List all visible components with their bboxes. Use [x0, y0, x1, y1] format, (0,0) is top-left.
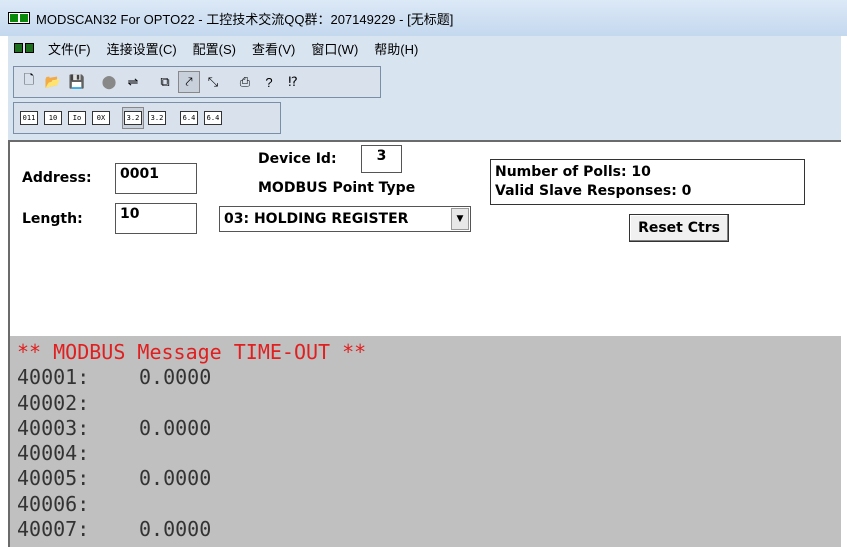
menu-bar: 文件(F) 连接设置(C) 配置(S) 查看(V) 窗口(W) 帮助(H) [8, 36, 841, 60]
decimal-format-icon[interactable]: 10 [42, 107, 64, 129]
register-value: 0.0000 [139, 466, 212, 491]
float-swapped-format-label: 3.2 [148, 111, 166, 125]
integer-format-icon[interactable]: Io [66, 107, 88, 129]
point-type-label: MODBUS Point Type [258, 180, 416, 196]
register-value: 0.0000 [139, 365, 212, 390]
save-icon[interactable]: 💾 [66, 71, 88, 93]
register-address: 40003: [17, 415, 90, 440]
address-label: Address: [22, 170, 92, 186]
chevron-down-icon[interactable]: ▼ [451, 208, 469, 230]
context-help-icon[interactable]: ⁉ [282, 71, 304, 93]
new-file-icon[interactable]: 🗋 [18, 71, 40, 93]
menu-setup[interactable]: 配置(S) [185, 39, 244, 58]
timeout-error-message: ** MODBUS Message TIME-OUT ** [17, 340, 367, 364]
connect-icon[interactable]: ⬤ [98, 71, 120, 93]
double-format-label: 6.4 [180, 111, 198, 125]
display-zoom-icon[interactable]: ⤡ [202, 71, 224, 93]
valid-responses: Valid Slave Responses: 0 [495, 183, 692, 199]
device-id-field[interactable]: 3 [361, 145, 402, 173]
register-address: 40006: [17, 491, 90, 516]
register-value: 0.0000 [139, 415, 212, 440]
float-format-label: 3.2 [124, 111, 142, 125]
binary-format-label: 011 [20, 111, 38, 125]
polls-count: Number of Polls: 10 [495, 164, 651, 180]
register-row: 40007: 0.0000 [17, 517, 841, 542]
menu-view[interactable]: 查看(V) [244, 39, 303, 58]
menu-window[interactable]: 窗口(W) [303, 39, 366, 58]
menu-file[interactable]: 文件(F) [40, 39, 99, 58]
register-row: 40002: [17, 391, 841, 416]
register-row: 40001: 0.0000 [17, 365, 841, 390]
float-swapped-format-icon[interactable]: 3.2 [146, 107, 168, 129]
double-format-icon[interactable]: 6.4 [178, 107, 200, 129]
hex-format-label: 0X [92, 111, 110, 125]
register-row: 40004: [17, 441, 841, 466]
decimal-format-label: 10 [44, 111, 62, 125]
format-toolbar: 011 10 Io 0X 3.2 3.2 6.4 6.4 [13, 102, 281, 134]
open-folder-icon[interactable]: 📂 [42, 71, 64, 93]
binary-format-icon[interactable]: 011 [18, 107, 40, 129]
device-id-label: Device Id: [258, 151, 337, 167]
double-swapped-format-icon[interactable]: 6.4 [202, 107, 224, 129]
register-address: 40004: [17, 441, 90, 466]
register-row: 40003: 0.0000 [17, 416, 841, 441]
double-swapped-format-label: 6.4 [204, 111, 222, 125]
poll-stats-box: Number of Polls: 10 Valid Slave Response… [490, 159, 805, 205]
print-icon[interactable]: ⎙ [234, 71, 256, 93]
title-bar: MODSCAN32 For OPTO22 - 工控技术交流QQ群：2071492… [0, 0, 847, 36]
register-data-area: ** MODBUS Message TIME-OUT ** 40001: 0.00… [8, 336, 841, 547]
disconnect-icon[interactable]: ⇌ [122, 71, 144, 93]
register-row: 40006: [17, 492, 841, 517]
register-address: 40005: [17, 466, 90, 491]
help-icon[interactable]: ? [258, 71, 280, 93]
register-address: 40001: [17, 365, 90, 390]
integer-format-label: Io [68, 111, 86, 125]
length-label: Length: [22, 211, 83, 227]
register-value: 0.0000 [139, 517, 212, 542]
document-menu-icon[interactable] [14, 43, 34, 53]
display-graph-icon[interactable]: ⤤ [178, 71, 200, 93]
length-field[interactable]: 10 [115, 203, 197, 234]
point-type-value: 03: HOLDING REGISTER [224, 211, 409, 227]
point-type-select[interactable]: 03: HOLDING REGISTER ▼ [219, 206, 471, 232]
toolbar-area: 🗋 📂 💾 ⬤ ⇌ ⧉ ⤤ ⤡ ⎙ ? ⁉ 011 10 Io 0X 3.2 3… [8, 60, 841, 140]
register-address: 40007: [17, 517, 90, 542]
register-address: 40002: [17, 390, 90, 415]
window-title: MODSCAN32 For OPTO22 - 工控技术交流QQ群：2071492… [36, 11, 454, 27]
app-icon [8, 12, 30, 24]
reset-counters-button[interactable]: Reset Ctrs [629, 214, 729, 242]
address-field[interactable]: 0001 [115, 163, 197, 194]
register-row: 40005: 0.0000 [17, 466, 841, 491]
menu-help[interactable]: 帮助(H) [366, 39, 426, 58]
float-format-icon[interactable]: 3.2 [122, 107, 144, 129]
settings-panel: Address: 0001 Length: 10 Device Id: 3 MO… [8, 140, 841, 336]
menu-connection[interactable]: 连接设置(C) [99, 39, 185, 58]
hex-format-icon[interactable]: 0X [90, 107, 112, 129]
main-toolbar: 🗋 📂 💾 ⬤ ⇌ ⧉ ⤤ ⤡ ⎙ ? ⁉ [13, 66, 381, 98]
display-tile-icon[interactable]: ⧉ [154, 71, 176, 93]
